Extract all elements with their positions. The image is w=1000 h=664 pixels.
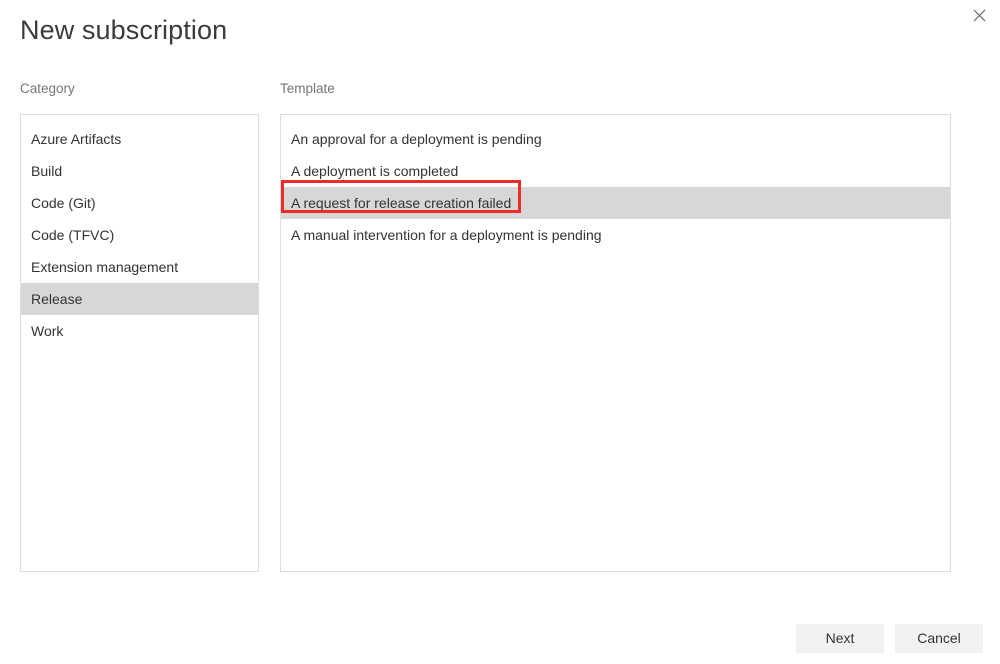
template-label: Template (280, 81, 335, 96)
template-item[interactable]: An approval for a deployment is pending (281, 123, 950, 155)
page-title: New subscription (20, 15, 227, 46)
category-list: Azure Artifacts Build Code (Git) Code (TFVC… (21, 115, 258, 347)
close-icon (973, 9, 986, 22)
next-button[interactable]: Next (796, 624, 884, 653)
category-item[interactable]: Azure Artifacts (21, 123, 258, 155)
category-item-label: Code (TFVC) (31, 227, 114, 243)
category-item[interactable]: Code (TFVC) (21, 219, 258, 251)
category-item[interactable]: Release (21, 283, 258, 315)
category-listbox[interactable]: Azure Artifacts Build Code (Git) Code (TFVC… (20, 114, 259, 572)
template-listbox[interactable]: An approval for a deployment is pending A… (280, 114, 951, 572)
template-item-label: A manual intervention for a deployment i… (291, 227, 602, 243)
dialog-footer: Next Cancel (0, 624, 983, 654)
template-item[interactable]: A deployment is completed (281, 155, 950, 187)
close-button[interactable] (965, 2, 993, 28)
cancel-button[interactable]: Cancel (895, 624, 983, 653)
category-item[interactable]: Code (Git) (21, 187, 258, 219)
category-item[interactable]: Build (21, 155, 258, 187)
category-item[interactable]: Extension management (21, 251, 258, 283)
category-item[interactable]: Work (21, 315, 258, 347)
template-item-label: An approval for a deployment is pending (291, 131, 542, 147)
template-item[interactable]: A request for release creation failed (281, 187, 950, 219)
category-label: Category (20, 81, 75, 96)
template-item[interactable]: A manual intervention for a deployment i… (281, 219, 950, 251)
category-item-label: Azure Artifacts (31, 131, 121, 147)
category-item-label: Release (31, 291, 82, 307)
category-item-label: Build (31, 163, 62, 179)
category-item-label: Code (Git) (31, 195, 96, 211)
category-item-label: Work (31, 323, 63, 339)
template-item-label: A request for release creation failed (291, 195, 511, 211)
template-item-label: A deployment is completed (291, 163, 458, 179)
template-list: An approval for a deployment is pending A… (281, 115, 950, 251)
category-item-label: Extension management (31, 259, 178, 275)
